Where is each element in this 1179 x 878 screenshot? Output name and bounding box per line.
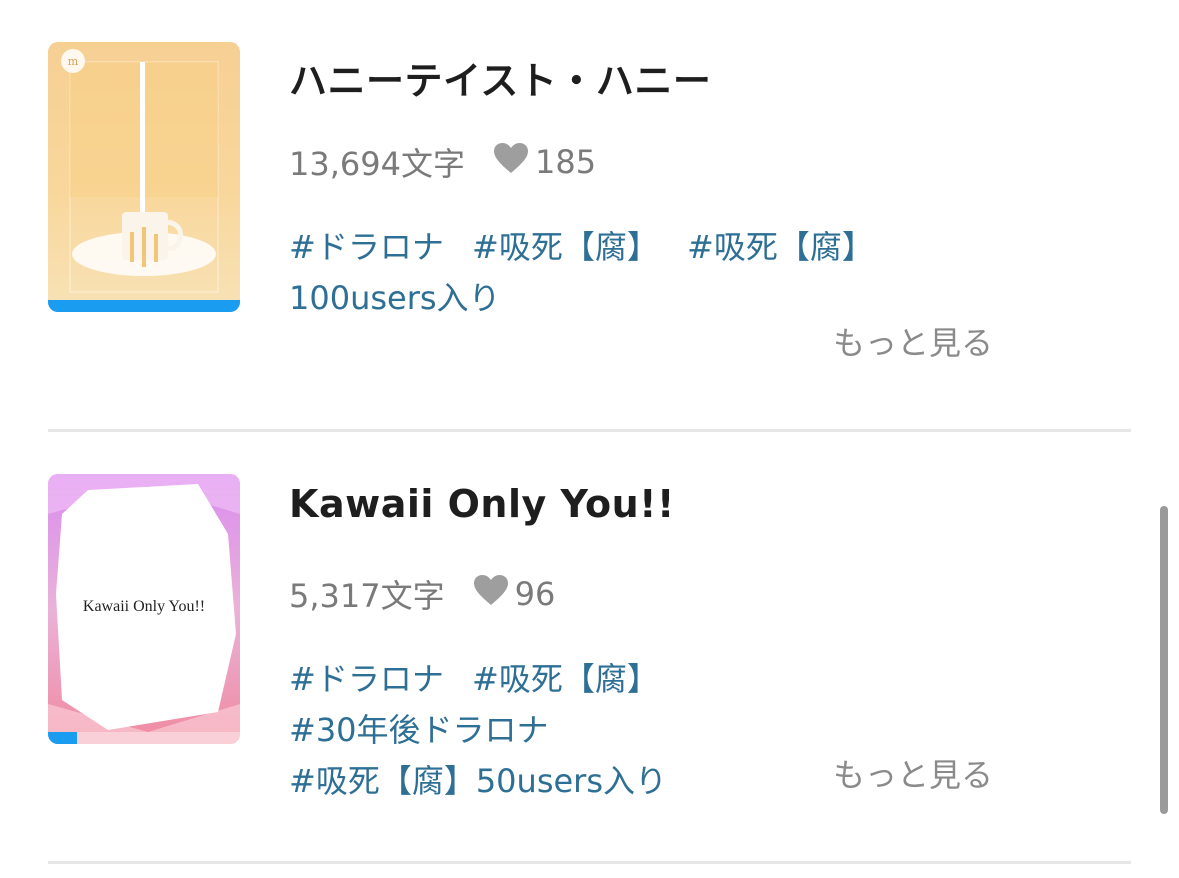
read-progress-fill — [48, 300, 240, 312]
tag-link[interactable]: #30年後ドラロナ — [289, 711, 549, 749]
work-meta: 5,317文字 96 — [289, 572, 555, 616]
svg-text:m: m — [68, 55, 79, 68]
scrollbar-thumb[interactable] — [1160, 506, 1168, 814]
tag-link[interactable]: #吸死【腐】 — [472, 228, 659, 266]
work-cover-thumbnail[interactable]: m — [48, 42, 240, 312]
work-list-item[interactable]: m ハニーテイスト・ハニー 13,694文字 185 #ドラロナ #吸死【腐】 … — [0, 0, 1179, 432]
tag-link[interactable]: #吸死【腐】 — [472, 660, 659, 698]
cover-image-milk-cup: m — [48, 42, 240, 312]
cover-title-text: Kawaii Only You!! — [82, 598, 206, 615]
show-more-link[interactable]: もっと見る — [833, 318, 993, 364]
heart-icon[interactable] — [473, 574, 509, 614]
list-divider — [48, 861, 1131, 864]
read-progress-bar — [48, 300, 240, 312]
tag-link[interactable]: #吸死【腐】50users入り — [289, 762, 667, 800]
work-cover-thumbnail[interactable]: Kawaii Only You!! — [48, 474, 240, 744]
work-meta: 13,694文字 185 — [289, 140, 596, 184]
show-more-link[interactable]: もっと見る — [833, 750, 993, 796]
character-count: 5,317文字 — [289, 577, 445, 615]
tag-link[interactable]: #ドラロナ — [289, 228, 444, 266]
read-progress-bar — [48, 732, 240, 744]
work-list-item[interactable]: Kawaii Only You!! Kawaii Only You!! 5,31… — [0, 432, 1179, 864]
work-title[interactable]: ハニーテイスト・ハニー — [289, 50, 711, 105]
tag-link[interactable]: #ドラロナ — [289, 660, 444, 698]
read-progress-fill — [48, 732, 77, 744]
heart-icon[interactable] — [493, 142, 529, 182]
like-count: 96 — [514, 575, 556, 613]
tag-list: #ドラロナ #吸死【腐】 #吸死【腐】100users入り — [289, 222, 949, 324]
character-count: 13,694文字 — [289, 145, 465, 183]
work-title[interactable]: Kawaii Only You!! — [289, 482, 675, 526]
like-count: 185 — [534, 143, 597, 181]
